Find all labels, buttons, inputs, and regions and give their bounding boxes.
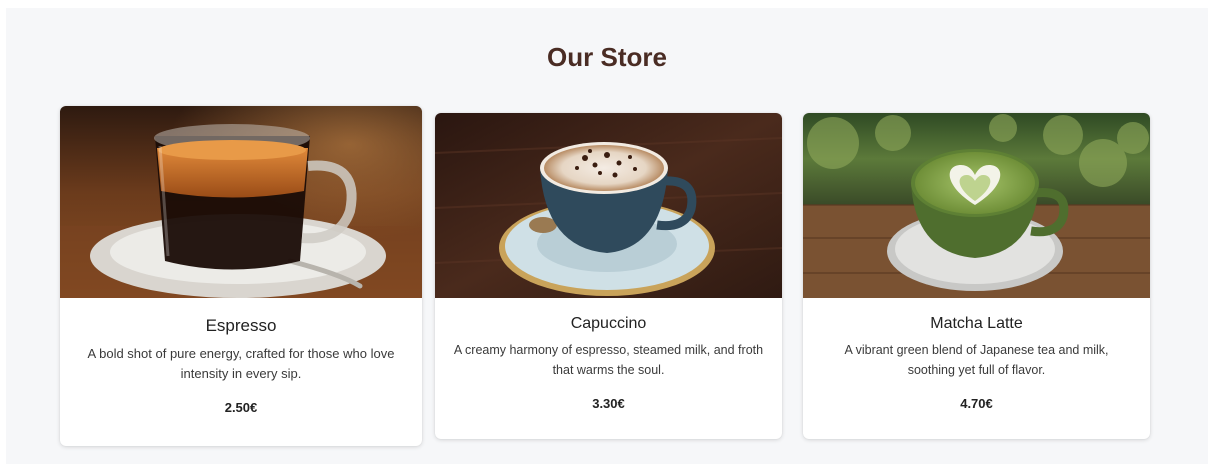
matcha-latte-photo	[803, 113, 1150, 298]
product-price: 3.30€	[592, 396, 625, 411]
product-name: Matcha Latte	[930, 315, 1023, 332]
espresso-photo	[60, 106, 422, 298]
product-description: A creamy harmony of espresso, steamed mi…	[453, 343, 764, 377]
product-card-matcha-latte[interactable]: Matcha Latte A vibrant green blend of Ja…	[803, 113, 1150, 439]
product-description: A bold shot of pure energy, crafted for …	[87, 346, 395, 381]
store-section: Our Store Espresso A bold shot of pure e…	[6, 8, 1208, 464]
product-price: 4.70€	[960, 396, 993, 411]
product-name: Espresso	[205, 316, 277, 335]
product-name: Capuccino	[570, 315, 647, 332]
page-title: Our Store	[547, 42, 667, 72]
cappuccino-photo	[435, 113, 782, 298]
product-price: 2.50€	[224, 400, 258, 415]
product-card-capuccino[interactable]: Capuccino A creamy harmony of espresso, …	[435, 113, 782, 439]
product-description: A vibrant green blend of Japanese tea an…	[844, 343, 1109, 377]
product-card-espresso[interactable]: Espresso A bold shot of pure energy, cra…	[60, 106, 422, 446]
